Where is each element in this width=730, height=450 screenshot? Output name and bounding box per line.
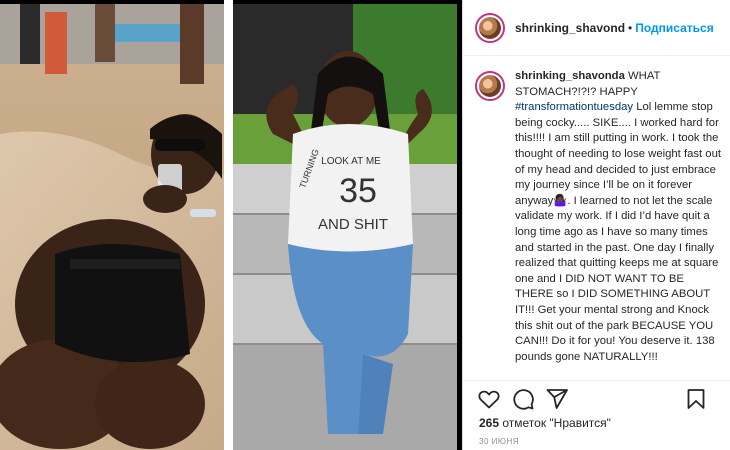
- after-photo-panel: LOOK AT ME 35 TURNING AND SHIT: [233, 4, 457, 450]
- post-header: shrinking_shavond • Подписаться: [463, 0, 730, 56]
- post-actions: [463, 380, 730, 416]
- avatar[interactable]: [475, 12, 505, 43]
- shirt-number: 35: [339, 172, 377, 210]
- before-photo-panel: [0, 4, 224, 450]
- bookmark-icon[interactable]: [684, 387, 708, 411]
- follow-button[interactable]: Подписаться: [635, 21, 713, 35]
- heart-icon[interactable]: [477, 387, 501, 411]
- share-icon[interactable]: [545, 387, 569, 411]
- likes-number: 265: [479, 416, 500, 430]
- likes-count[interactable]: 265 отметок "Нравится": [479, 416, 611, 430]
- beach-scene-image: [0, 4, 224, 450]
- photo-divider: [224, 0, 233, 450]
- caption-username-link[interactable]: shrinking_shavonda: [515, 70, 625, 82]
- shirt-text-bottom: AND SHIT: [318, 216, 388, 233]
- comment-icon[interactable]: [511, 387, 535, 411]
- caption-body: Lol lemme stop being cocky..... SIKE....…: [515, 101, 722, 363]
- post-caption: shrinking_shavonda WHAT STOMACH?!?!? HAP…: [475, 69, 724, 375]
- header-username-link[interactable]: shrinking_shavond: [515, 21, 625, 35]
- caption-text: shrinking_shavonda WHAT STOMACH?!?!? HAP…: [515, 69, 724, 375]
- post-photo[interactable]: LOOK AT ME 35 TURNING AND SHIT: [0, 0, 462, 450]
- shirt-text-top: LOOK AT ME: [321, 156, 381, 167]
- likes-label: отметок "Нравится": [499, 416, 611, 430]
- hashtag-link[interactable]: #transformationtuesday: [515, 101, 633, 113]
- steps-scene-image: LOOK AT ME 35 TURNING AND SHIT: [233, 4, 457, 450]
- post-sidebar: shrinking_shavond • Подписаться shrinkin…: [462, 0, 730, 450]
- post-date[interactable]: 30 ИЮНЯ: [479, 437, 519, 446]
- header-separator: •: [628, 20, 633, 35]
- caption-avatar[interactable]: [475, 71, 505, 101]
